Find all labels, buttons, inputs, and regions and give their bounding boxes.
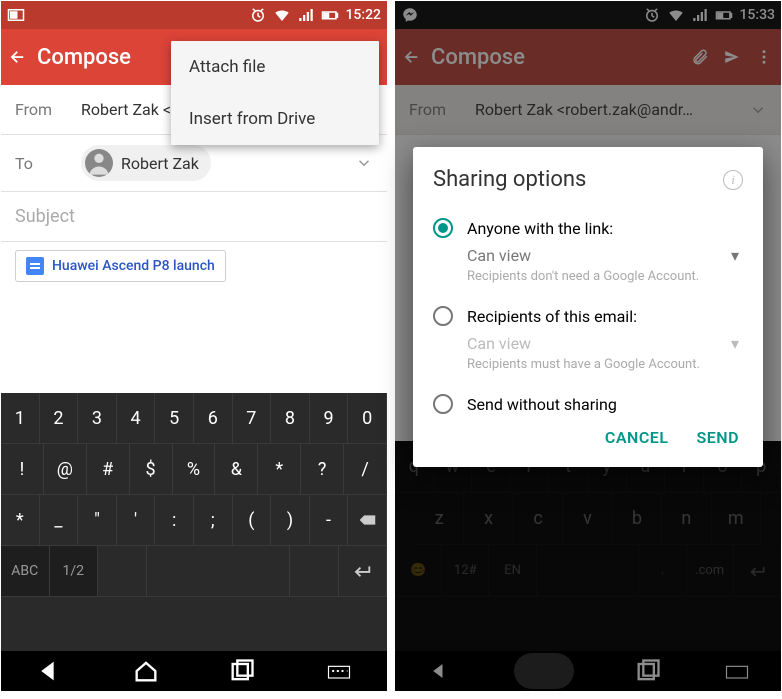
phone-right: 15:33 Compose From Robert Zak <robert.za… [394,0,782,692]
option-anyone-with-link[interactable]: Anyone with the link: [433,210,743,246]
keyboard-key[interactable]: ? [301,444,344,495]
dropdown-icon: ▾ [731,334,739,353]
keyboard-key[interactable]: - [310,495,349,546]
page-key[interactable]: 1/2 [50,546,99,597]
status-time: 15:22 [345,7,381,23]
nav-bar [1,651,387,691]
phone-left: 15:22 Compose Attach file Insert from Dr… [0,0,388,692]
comma-key[interactable] [98,546,147,597]
alarm-icon [249,6,267,24]
keyboard-key[interactable]: 0 [348,393,387,444]
keyboard-key[interactable]: / [344,444,387,495]
notification-badge-icon [7,6,25,24]
signal-icon [297,6,315,24]
battery-icon [321,6,339,24]
keyboard-key[interactable]: 9 [310,393,349,444]
keyboard-key[interactable]: ; [194,495,233,546]
period-key[interactable] [290,546,339,597]
chevron-down-icon[interactable] [355,154,373,172]
keyboard-key[interactable]: 3 [78,393,117,444]
permission-hint: Recipients must have a Google Account. [467,353,743,386]
attachment-chip[interactable]: Huawei Ascend P8 launch [15,250,226,282]
keyboard-key[interactable]: 7 [233,393,272,444]
space-key[interactable] [147,546,291,597]
cancel-button[interactable]: CANCEL [605,428,669,447]
dropdown-icon: ▾ [731,246,739,265]
keyboard-key[interactable]: & [215,444,258,495]
recipient-chip[interactable]: Robert Zak [81,145,211,181]
keyboard-key[interactable]: # [87,444,130,495]
abc-key[interactable]: ABC [1,546,50,597]
enter-key[interactable] [339,546,388,597]
keyboard-key[interactable]: * [1,495,40,546]
dialog-title: Sharing options [433,167,586,192]
permission-hint: Recipients don't need a Google Account. [467,265,743,298]
nav-keyboard-icon[interactable] [325,657,353,685]
backspace-key[interactable] [348,495,387,546]
subject-input[interactable]: Subject [1,192,387,241]
keyboard-key[interactable]: 2 [40,393,79,444]
permission-select[interactable]: Can view ▾ [467,334,743,353]
menu-item-insert-drive[interactable]: Insert from Drive [171,93,379,145]
send-button[interactable]: SEND [696,428,739,447]
sharing-options-dialog: Sharing options i Anyone with the link: … [413,147,763,467]
keyboard-key[interactable]: $ [130,444,173,495]
nav-back-icon[interactable] [35,657,63,685]
recipient-name: Robert Zak [121,154,199,173]
option-send-without-sharing[interactable]: Send without sharing [433,386,743,422]
menu-item-attach-file[interactable]: Attach file [171,41,379,93]
info-icon[interactable]: i [723,170,743,190]
wifi-icon [273,6,291,24]
status-bar: 15:22 [1,1,387,29]
avatar [85,149,113,177]
keyboard[interactable]: 1234567890 !@#$%&*?/ *_"':;()- ABC1/2 [1,393,387,651]
radio-selected-icon [433,218,453,238]
keyboard-key[interactable]: ' [117,495,156,546]
keyboard-key[interactable]: _ [40,495,79,546]
nav-home-icon[interactable] [132,657,160,685]
keyboard-key[interactable]: ! [1,444,44,495]
keyboard-key[interactable]: @ [44,444,87,495]
radio-unselected-icon [433,394,453,414]
keyboard-key[interactable]: ( [233,495,272,546]
attachment-name: Huawei Ascend P8 launch [52,258,215,274]
overflow-menu: Attach file Insert from Drive [171,41,379,145]
keyboard-key[interactable]: 4 [117,393,156,444]
keyboard-key[interactable]: ) [271,495,310,546]
keyboard-key[interactable]: 5 [155,393,194,444]
back-icon[interactable] [9,48,27,66]
keyboard-key[interactable]: 1 [1,393,40,444]
keyboard-key[interactable]: : [155,495,194,546]
keyboard-key[interactable]: * [258,444,301,495]
keyboard-key[interactable]: 6 [194,393,233,444]
appbar-title: Compose [37,45,131,70]
radio-unselected-icon [433,306,453,326]
keyboard-key[interactable]: % [173,444,216,495]
nav-recent-icon[interactable] [228,657,256,685]
keyboard-key[interactable]: 8 [271,393,310,444]
option-recipients[interactable]: Recipients of this email: [433,298,743,334]
keyboard-key[interactable]: " [78,495,117,546]
docs-icon [26,257,44,275]
from-label: From [15,100,81,119]
permission-select[interactable]: Can view ▾ [467,246,743,265]
to-label: To [15,154,81,173]
